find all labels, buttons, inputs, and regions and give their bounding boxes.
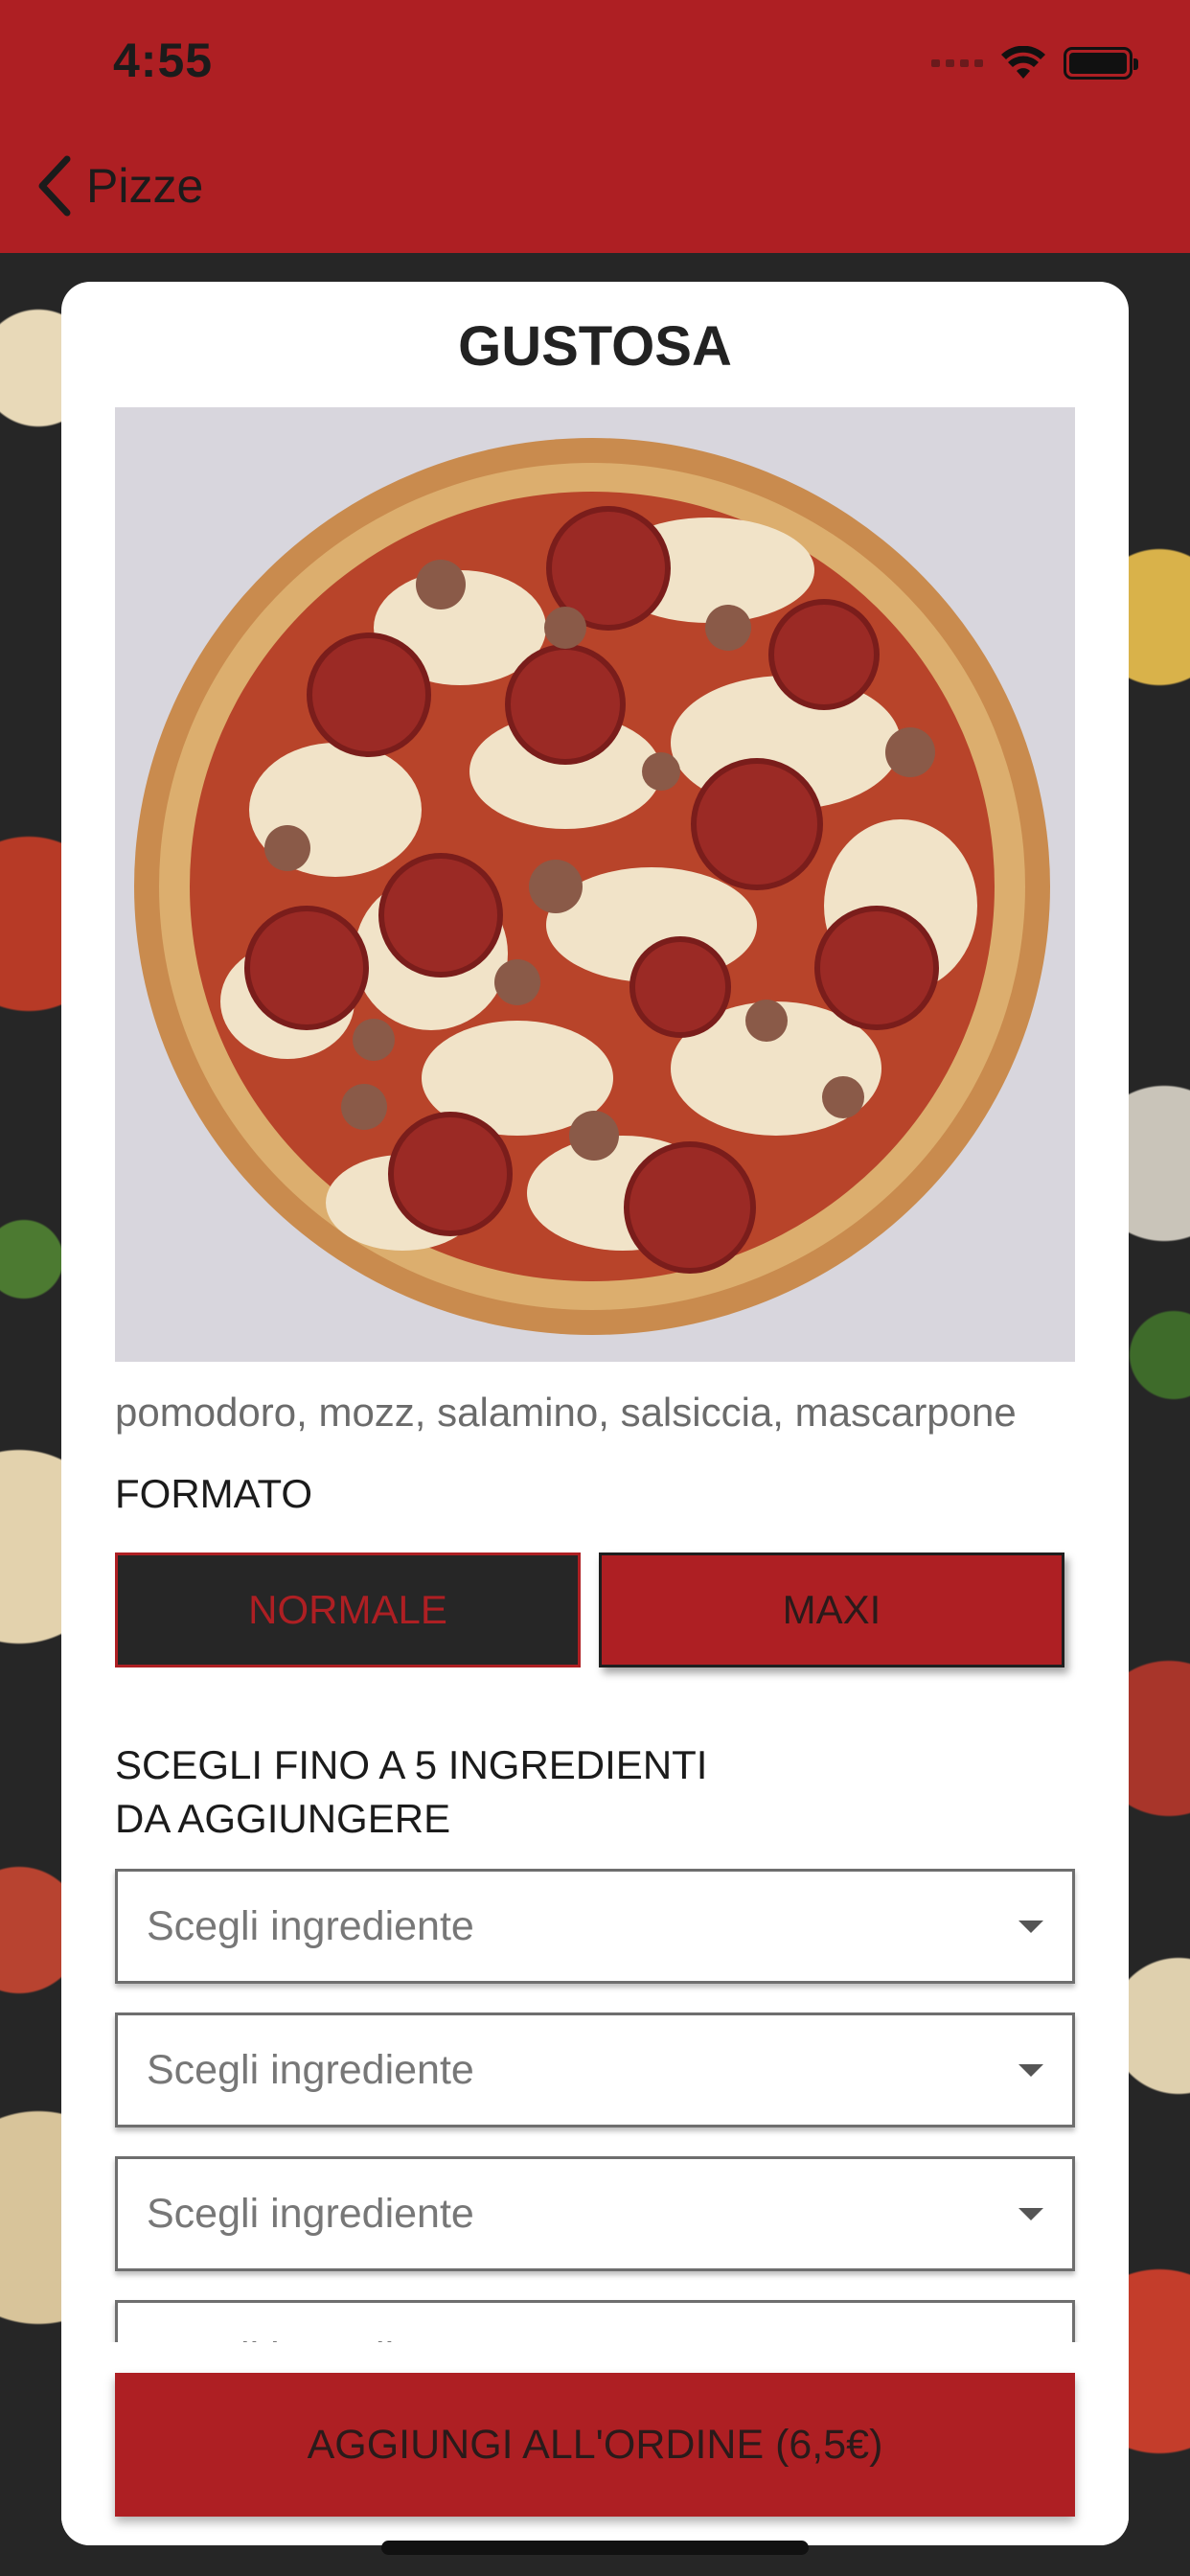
- caret-down-icon: [1018, 2063, 1043, 2077]
- select-placeholder: Scegli ingrediente: [147, 2190, 474, 2237]
- size-maxi-button[interactable]: MAXI: [599, 1552, 1064, 1668]
- caret-down-icon: [1018, 2207, 1043, 2220]
- extras-label-line1: SCEGLI FINO A 5 INGREDIENTI: [115, 1742, 708, 1787]
- chevron-left-icon: [38, 155, 71, 217]
- wifi-icon: [1001, 46, 1045, 79]
- battery-icon: [1064, 47, 1138, 80]
- pizza-photo: [115, 407, 1075, 1362]
- home-indicator[interactable]: [381, 2541, 809, 2555]
- back-button[interactable]: Pizze: [34, 155, 203, 217]
- ingredients-text: pomodoro, mozz, salamino, salsiccia, mas…: [115, 1390, 1017, 1435]
- caret-down-icon: [1018, 1920, 1043, 1933]
- screen: 4:55 Pizze GUSTOSA pomodoro, mozz, salam…: [0, 0, 1190, 2576]
- status-icons: [931, 44, 1138, 82]
- ingredient-select-3[interactable]: Scegli ingrediente: [115, 2156, 1075, 2271]
- extras-label-line2: DA AGGIUNGERE: [115, 1796, 451, 1841]
- extras-label: SCEGLI FINO A 5 INGREDIENTI DA AGGIUNGER…: [115, 1738, 707, 1846]
- cellular-signal-icon: [931, 59, 983, 67]
- ingredient-select-1[interactable]: Scegli ingrediente: [115, 1869, 1075, 1984]
- page-title: GUSTOSA: [458, 315, 732, 378]
- status-time: 4:55: [113, 34, 214, 87]
- navigation-bar: 4:55 Pizze: [0, 0, 1190, 253]
- format-label: FORMATO: [115, 1471, 313, 1516]
- size-normale-button[interactable]: NORMALE: [115, 1552, 581, 1668]
- add-to-order-button[interactable]: AGGIUNGI ALL'ORDINE (6,5€): [115, 2373, 1075, 2517]
- select-placeholder: Scegli ingrediente: [147, 1902, 474, 1949]
- pizza-detail-card: GUSTOSA pomodoro, mozz, salamino, salsic…: [61, 282, 1129, 2545]
- back-label: Pizze: [86, 159, 204, 213]
- ingredient-select-2[interactable]: Scegli ingrediente: [115, 2012, 1075, 2128]
- select-placeholder: Scegli ingrediente: [147, 2046, 474, 2093]
